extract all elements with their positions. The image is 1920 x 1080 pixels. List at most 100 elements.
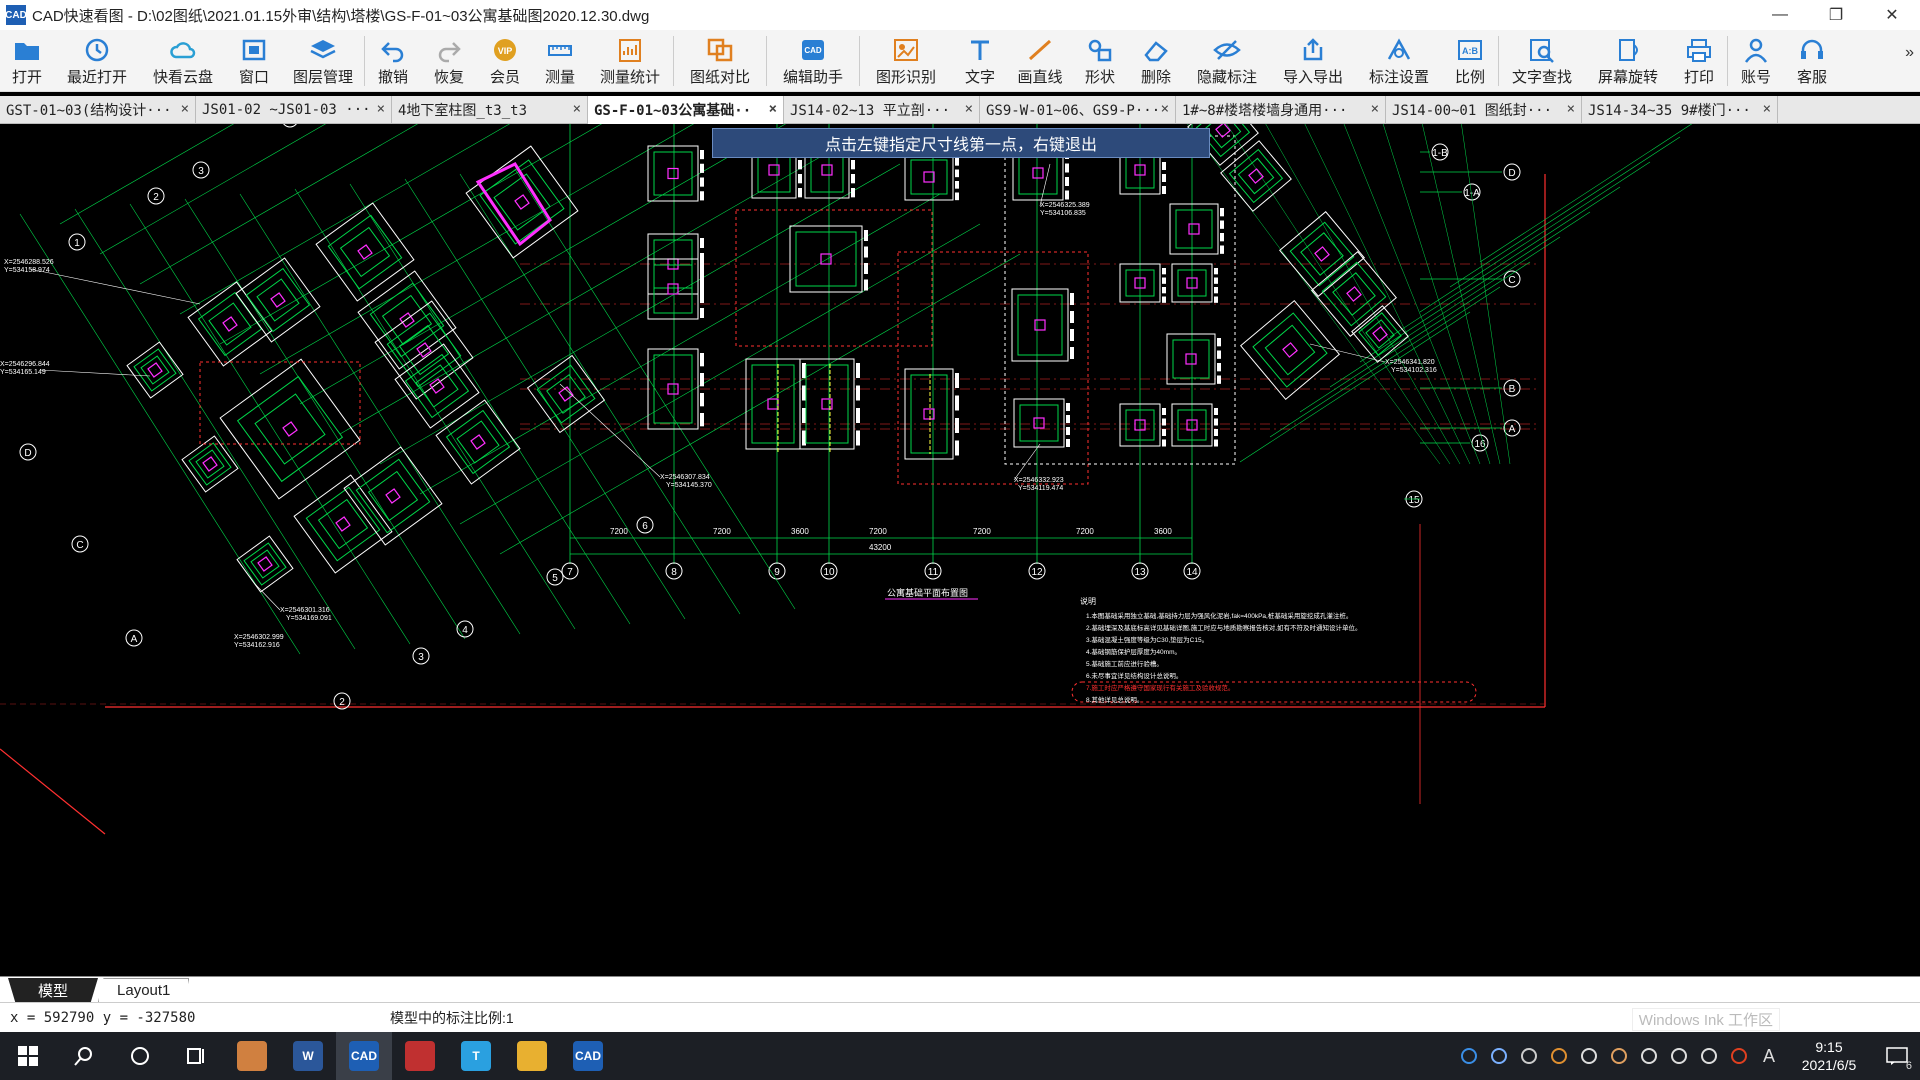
app1-taskbar-button[interactable]: [224, 1032, 280, 1080]
toolbar-more-button[interactable]: »: [1905, 44, 1914, 62]
rebar-mark: [1217, 375, 1221, 384]
dimension-text: 7200: [610, 527, 628, 536]
axis-label: 7: [567, 567, 573, 578]
cad2-taskbar-button[interactable]: CAD: [560, 1032, 616, 1080]
document-tab[interactable]: JS14-02~13 平立剖··· ×: [784, 96, 980, 124]
account-button[interactable]: 账号: [1728, 30, 1784, 92]
measure-stats-button[interactable]: 测量统计: [587, 30, 673, 92]
text-button[interactable]: 文字: [952, 30, 1008, 92]
minimize-button[interactable]: —: [1752, 0, 1808, 30]
document-tab[interactable]: JS14-00~01 图纸封··· ×: [1386, 96, 1582, 124]
cortana-taskbar-button[interactable]: [112, 1032, 168, 1080]
shape-button[interactable]: 形状: [1072, 30, 1128, 92]
footing-outline: [208, 302, 252, 346]
tab-close-icon[interactable]: ×: [1567, 101, 1575, 117]
import-export-button[interactable]: 导入导出: [1270, 30, 1356, 92]
tab-close-icon[interactable]: ×: [573, 101, 581, 117]
toolbar-label: 图层管理: [292, 69, 353, 86]
toolbar-label: 打印: [1683, 69, 1714, 86]
tab-close-icon[interactable]: ×: [1763, 101, 1771, 117]
shape-recog-button[interactable]: 图形识别: [860, 30, 952, 92]
g-icon[interactable]: [1454, 1032, 1484, 1080]
tab-close-icon[interactable]: ×: [1161, 101, 1169, 117]
cloud-button[interactable]: 快看云盘: [140, 30, 226, 92]
drawing-canvas[interactable]: 7 8 9 10 11 12 13 14 7200 7200 3600 7200 7200 7200 360…: [0, 124, 1920, 976]
find-text-button[interactable]: 文字查找: [1499, 30, 1585, 92]
rebar-mark: [1220, 220, 1224, 229]
print-button[interactable]: 打印: [1671, 30, 1727, 92]
tab-close-icon[interactable]: ×: [1371, 101, 1379, 117]
tab-close-icon[interactable]: ×: [181, 101, 189, 117]
globe-icon[interactable]: [1574, 1032, 1604, 1080]
explorer-taskbar-button[interactable]: [504, 1032, 560, 1080]
document-tab[interactable]: JS01-02 ~JS01-03 ··· ×: [196, 96, 392, 124]
tool-taskbar-button[interactable]: [392, 1032, 448, 1080]
line-button[interactable]: 画直线: [1008, 30, 1072, 92]
edit-assist-button[interactable]: CAD 编辑助手: [767, 30, 859, 92]
footing-outline: [254, 393, 326, 465]
rotate-button[interactable]: 屏幕旋转: [1585, 30, 1671, 92]
toolbar-label: 文字查找: [1511, 69, 1572, 86]
s-icon[interactable]: [1724, 1032, 1754, 1080]
scale-button[interactable]: A:B 比例: [1442, 30, 1498, 92]
toolbar-label: 测量: [544, 69, 575, 86]
tab-close-icon[interactable]: ×: [769, 101, 777, 117]
battery-icon[interactable]: [1634, 1032, 1664, 1080]
word-taskbar-button[interactable]: W: [280, 1032, 336, 1080]
tab-layout1[interactable]: Layout1: [98, 978, 190, 1002]
redo-button[interactable]: 恢复: [421, 30, 477, 92]
layers-button[interactable]: 图层管理: [282, 30, 364, 92]
cad1-taskbar-button[interactable]: CAD: [336, 1032, 392, 1080]
tab-close-icon[interactable]: ×: [965, 101, 973, 117]
service-button[interactable]: 客服: [1784, 30, 1840, 92]
cube-icon[interactable]: [1514, 1032, 1544, 1080]
cortana-icon: [131, 1047, 149, 1065]
footing-outline: [1166, 333, 1216, 385]
document-tab[interactable]: GST-01~03(结构设计··· ×: [0, 96, 196, 124]
footing-outline: [357, 270, 457, 370]
dim-settings-button[interactable]: 标注设置: [1356, 30, 1442, 92]
compare-button[interactable]: 图纸对比: [674, 30, 766, 92]
rebar-mark: [1220, 208, 1224, 217]
restore-button[interactable]: ❐: [1808, 0, 1864, 30]
footing-outline: [140, 355, 170, 385]
axis-label: 5: [552, 573, 558, 584]
windows-ink-label[interactable]: Windows Ink 工作区: [1631, 1008, 1780, 1031]
undo-button[interactable]: 撤销: [365, 30, 421, 92]
hide-dim-button[interactable]: 隐藏标注: [1184, 30, 1270, 92]
tapp-taskbar-button[interactable]: T: [448, 1032, 504, 1080]
tab-model[interactable]: 模型: [8, 978, 99, 1002]
delete-button[interactable]: 删除: [1128, 30, 1184, 92]
notification-icon[interactable]: 6: [1874, 1032, 1920, 1080]
column-marker: [357, 244, 373, 260]
search-taskbar-button[interactable]: [56, 1032, 112, 1080]
document-tab[interactable]: JS14-34~35 9#楼门··· ×: [1582, 96, 1778, 124]
recent-button[interactable]: 最近打开: [54, 30, 140, 92]
axis-label: C: [76, 540, 83, 551]
rebar-mark: [1162, 418, 1166, 426]
pen-icon[interactable]: [1694, 1032, 1724, 1080]
document-tab[interactable]: GS-F-01~03公寓基础·· ×: [588, 96, 784, 124]
tab-close-icon[interactable]: ×: [377, 101, 385, 117]
cad-line: [1389, 186, 1621, 338]
window-button[interactable]: 窗口: [226, 30, 282, 92]
eraser-icon: [1141, 36, 1171, 64]
leaf-icon[interactable]: [1544, 1032, 1574, 1080]
open-button[interactable]: 打开: [0, 30, 54, 92]
document-tab[interactable]: 4地下室柱图_t3_t3 ×: [392, 96, 588, 124]
measure-button[interactable]: 测量: [533, 30, 587, 92]
app-avatar-icon: [237, 1041, 267, 1071]
clock[interactable]: 9:15 2021/6/5: [1784, 1038, 1874, 1074]
document-tab[interactable]: 1#~8#楼塔楼墙身通用··· ×: [1176, 96, 1386, 124]
taskview-taskbar-button[interactable]: [168, 1032, 224, 1080]
document-tab[interactable]: GS9-W-01~06、GS9-P··· ×: [980, 96, 1176, 124]
volume-icon[interactable]: [1664, 1032, 1694, 1080]
shield-icon[interactable]: [1484, 1032, 1514, 1080]
vip-button[interactable]: VIP 会员: [477, 30, 533, 92]
footing-outline: [795, 231, 857, 287]
close-window-button[interactable]: ✕: [1864, 0, 1920, 30]
footing-outline: [536, 364, 596, 424]
people-icon[interactable]: [1604, 1032, 1634, 1080]
ime-indicator[interactable]: A: [1754, 1032, 1784, 1080]
start-taskbar-button[interactable]: [0, 1032, 56, 1080]
